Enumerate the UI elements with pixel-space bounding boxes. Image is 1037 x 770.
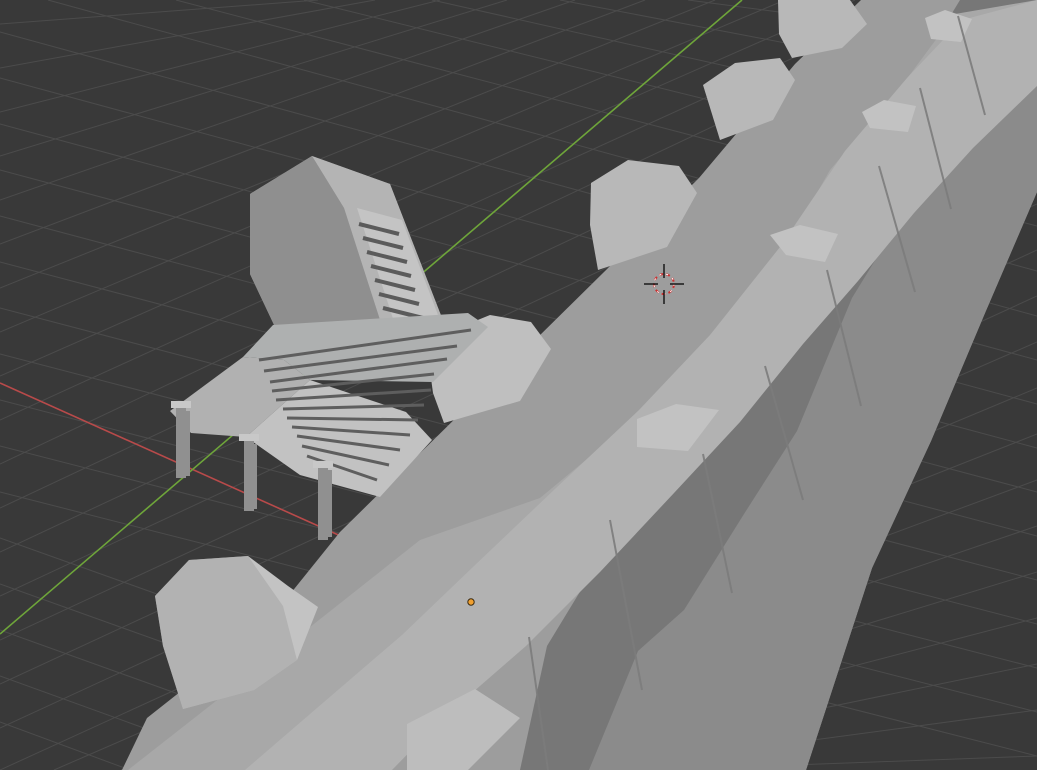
terrain-mesh [122, 0, 1037, 770]
scene-canvas[interactable] [0, 0, 1037, 770]
object-origin-dot-icon[interactable] [467, 598, 475, 606]
3d-viewport[interactable] [0, 0, 1037, 770]
